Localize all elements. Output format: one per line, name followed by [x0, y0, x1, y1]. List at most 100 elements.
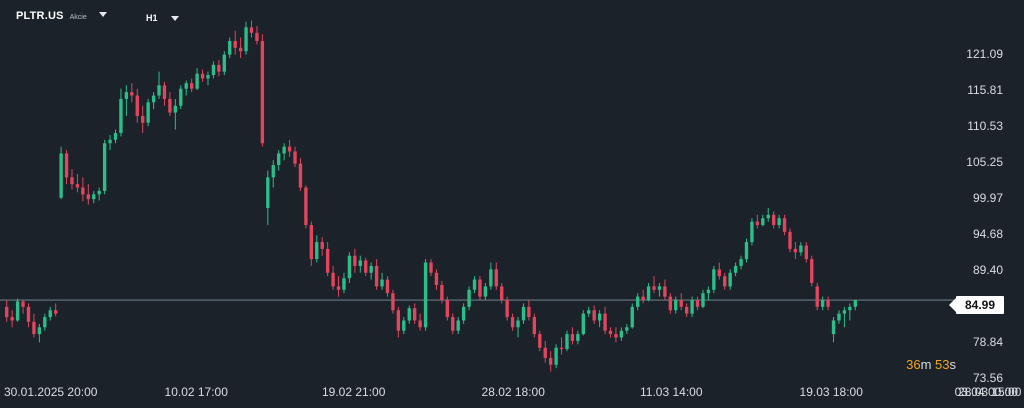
- candle: [799, 242, 803, 256]
- candle: [26, 303, 31, 328]
- candle-body: [755, 221, 760, 226]
- candle-body: [298, 163, 303, 188]
- candle-body: [788, 231, 792, 249]
- candlestick-chart[interactable]: 121.09 115.81 110.53 105.25 99.97 94.68 89.40 8…: [0, 0, 1024, 408]
- candle-body: [293, 151, 297, 164]
- candle: [342, 272, 346, 294]
- candle-body: [92, 194, 96, 200]
- candle-body: [277, 153, 281, 166]
- candle: [108, 135, 112, 151]
- candle: [86, 184, 90, 205]
- candle: [728, 269, 732, 290]
- candle: [374, 259, 379, 290]
- candle: [124, 85, 129, 116]
- candle-body: [521, 306, 526, 321]
- candle-body: [336, 286, 341, 290]
- candle: [385, 276, 390, 297]
- candle-body: [848, 306, 852, 311]
- candle-body: [614, 334, 618, 338]
- candle-body: [663, 286, 667, 297]
- chart-area[interactable]: 121.09 115.81 110.53 105.25 99.97 94.68 89.40 8…: [0, 0, 1024, 408]
- candle-body: [211, 64, 216, 76]
- candle: [53, 303, 58, 317]
- candle-body: [668, 296, 673, 311]
- candle-body: [37, 327, 42, 335]
- candle: [554, 344, 558, 369]
- candle: [842, 306, 847, 328]
- x-tick-label: 10.02 17:00: [165, 385, 229, 399]
- candle-body: [837, 313, 841, 321]
- candle: [75, 173, 80, 193]
- candle-body: [733, 265, 738, 273]
- candle-body: [804, 245, 809, 260]
- candle: [396, 306, 401, 338]
- candle: [456, 317, 460, 335]
- candle: [298, 158, 303, 191]
- candle: [81, 177, 85, 202]
- candle: [434, 269, 439, 290]
- y-tick-label: 73.56: [973, 371, 1003, 385]
- candle-body: [810, 259, 814, 283]
- candle: [102, 139, 107, 195]
- candle: [608, 327, 613, 338]
- candle-body: [184, 83, 188, 89]
- candle-body: [151, 95, 156, 103]
- candle-body: [255, 32, 259, 41]
- candle: [717, 262, 721, 280]
- candle-body: [695, 300, 700, 307]
- chart-toolbar: PLTR.US Akcie H1: [0, 0, 1024, 34]
- candle-body: [32, 321, 36, 335]
- candle: [211, 61, 216, 79]
- symbol-label: PLTR.US: [16, 10, 64, 22]
- candle: [380, 272, 384, 290]
- candle: [543, 340, 547, 363]
- candle-body: [217, 64, 221, 72]
- candle: [429, 259, 433, 277]
- y-tick-label: 115.81: [967, 83, 1003, 97]
- candle: [646, 282, 651, 302]
- candle-body: [744, 242, 749, 260]
- candle-body: [820, 300, 825, 307]
- candle-body: [358, 260, 362, 266]
- chevron-down-icon[interactable]: [98, 12, 107, 17]
- candle: [576, 330, 580, 345]
- candle-body: [842, 310, 847, 314]
- candle-body: [222, 54, 226, 72]
- candle: [668, 293, 673, 314]
- candle-body: [445, 300, 450, 318]
- candle: [32, 313, 36, 338]
- candle-body: [320, 242, 324, 249]
- candle-body: [630, 306, 634, 328]
- candle-body: [162, 85, 167, 99]
- candle-body: [603, 313, 607, 331]
- candle-body: [418, 320, 422, 328]
- candle-body: [565, 334, 569, 350]
- chevron-down-icon[interactable]: [170, 15, 179, 21]
- countdown-seconds-unit: s: [949, 357, 957, 372]
- y-tick-label: 89.40: [973, 263, 1003, 277]
- candle-body: [619, 330, 624, 338]
- candle: [815, 282, 819, 311]
- candle: [674, 296, 678, 314]
- x-tick-label: 30.01.2025 20:00: [4, 385, 98, 399]
- candle-body: [728, 272, 732, 287]
- candle-body: [592, 310, 596, 321]
- candle: [97, 187, 101, 201]
- candle: [402, 317, 406, 335]
- candle-body: [554, 347, 558, 365]
- candle: [712, 265, 716, 294]
- candle-body: [826, 300, 830, 307]
- candle: [293, 146, 297, 168]
- symbol-selector[interactable]: PLTR.US Akcie: [16, 10, 107, 22]
- candle-body: [189, 83, 194, 89]
- candle-body: [505, 300, 509, 318]
- candle: [331, 265, 335, 290]
- timeframe-selector[interactable]: H1: [146, 13, 179, 23]
- candle: [238, 37, 243, 59]
- candle-body: [353, 255, 357, 266]
- candle: [755, 214, 760, 229]
- candle-body: [135, 95, 139, 116]
- candle: [157, 71, 161, 99]
- candle: [119, 88, 123, 137]
- candle-body: [483, 286, 488, 297]
